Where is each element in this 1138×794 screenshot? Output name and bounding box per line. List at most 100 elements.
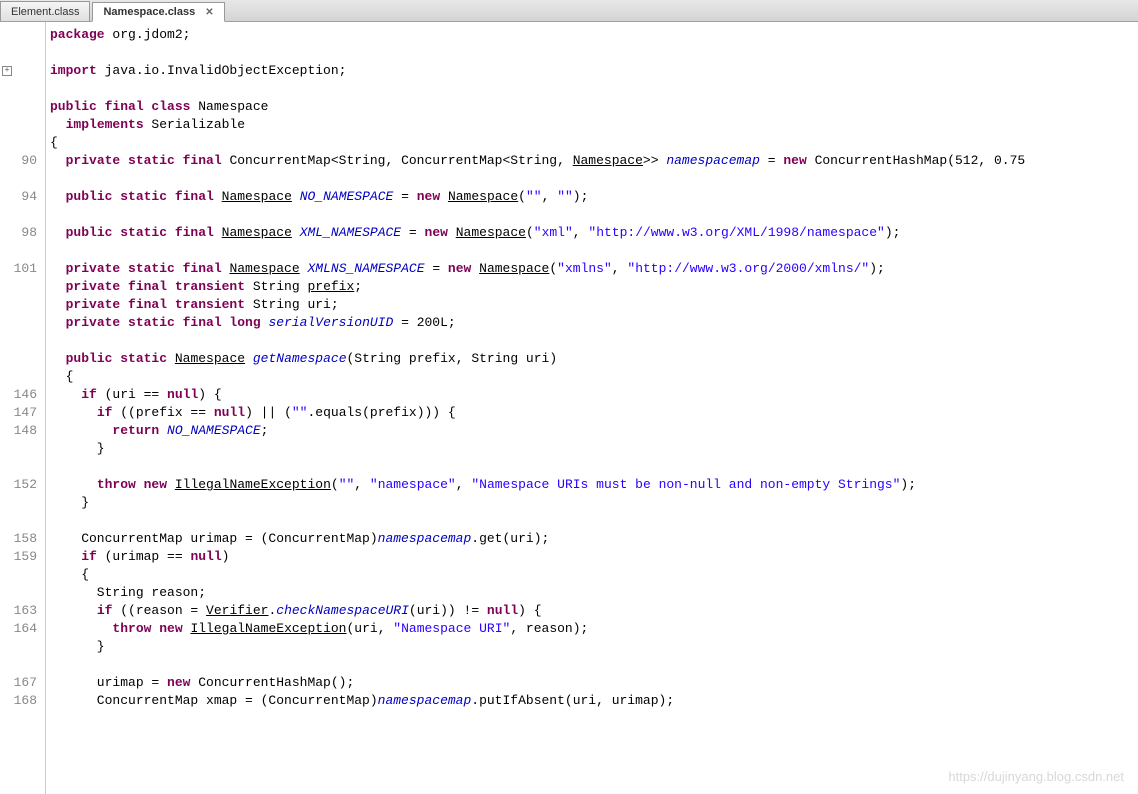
code-line: { [46, 368, 1138, 386]
keyword: private static final long [66, 315, 261, 330]
line-number [0, 170, 45, 188]
code-line: ConcurrentMap xmap = (ConcurrentMap)name… [46, 692, 1138, 710]
code-line [46, 206, 1138, 224]
line-number: 159 [0, 548, 45, 566]
keyword: implements [66, 117, 144, 132]
line-number [0, 206, 45, 224]
type-ref: Namespace [573, 153, 643, 168]
line-number: 163 [0, 602, 45, 620]
code-line: private static final long serialVersionU… [46, 314, 1138, 332]
keyword: new [448, 261, 471, 276]
line-number [0, 656, 45, 674]
string-literal: "namespace" [370, 477, 456, 492]
line-number [0, 494, 45, 512]
field-ref: namespacemap [666, 153, 760, 168]
line-number: 167 [0, 674, 45, 692]
code-line: { [46, 566, 1138, 584]
keyword: if [97, 405, 113, 420]
line-number [0, 368, 45, 386]
code-line [46, 242, 1138, 260]
code-line: if ((reason = Verifier.checkNamespaceURI… [46, 602, 1138, 620]
line-number [0, 296, 45, 314]
line-number: + [0, 62, 45, 80]
string-literal: "xmlns" [557, 261, 612, 276]
string-literal: "http://www.w3.org/2000/xmlns/" [627, 261, 869, 276]
keyword: if [97, 603, 113, 618]
keyword: throw new [97, 477, 167, 492]
code-line: return NO_NAMESPACE; [46, 422, 1138, 440]
field-ref: NO_NAMESPACE [167, 423, 261, 438]
code-line [46, 80, 1138, 98]
type-ref: Namespace [456, 225, 526, 240]
type-ref: Namespace [175, 351, 245, 366]
line-number [0, 134, 45, 152]
line-number: 158 [0, 530, 45, 548]
line-number [0, 350, 45, 368]
line-number: 101 [0, 260, 45, 278]
code-line: String reason; [46, 584, 1138, 602]
type-ref: prefix [307, 279, 354, 294]
code-area[interactable]: package org.jdom2;import java.io.Invalid… [46, 22, 1138, 794]
code-line: implements Serializable [46, 116, 1138, 134]
line-number: 94 [0, 188, 45, 206]
expand-icon[interactable]: + [2, 66, 12, 76]
code-line: { [46, 134, 1138, 152]
line-number: 168 [0, 692, 45, 710]
type-ref: Namespace [229, 261, 299, 276]
code-line: import java.io.InvalidObjectException; [46, 62, 1138, 80]
field-ref: serialVersionUID [268, 315, 393, 330]
line-number: 147 [0, 404, 45, 422]
code-line [46, 458, 1138, 476]
field-ref: XMLNS_NAMESPACE [307, 261, 424, 276]
code-line: private final transient String uri; [46, 296, 1138, 314]
code-line: ConcurrentMap urimap = (ConcurrentMap)na… [46, 530, 1138, 548]
keyword: if [81, 387, 97, 402]
type-ref: Namespace [222, 225, 292, 240]
code-line: } [46, 440, 1138, 458]
field-ref: checkNamespaceURI [276, 603, 409, 618]
keyword: new [425, 225, 448, 240]
field-ref: XML_NAMESPACE [300, 225, 401, 240]
type-ref: IllegalNameException [190, 621, 346, 636]
keyword: import [50, 63, 97, 78]
keyword: public final class [50, 99, 190, 114]
line-number: 146 [0, 386, 45, 404]
keyword: package [50, 27, 105, 42]
keyword: null [167, 387, 198, 402]
line-number: 148 [0, 422, 45, 440]
code-line [46, 656, 1138, 674]
type-ref: Namespace [479, 261, 549, 276]
close-icon[interactable]: ✕ [205, 7, 213, 18]
line-number [0, 638, 45, 656]
string-literal: "Namespace URIs must be non-null and non… [471, 477, 900, 492]
line-number [0, 98, 45, 116]
code-line [46, 332, 1138, 350]
keyword: new [167, 675, 190, 690]
type-ref: IllegalNameException [175, 477, 331, 492]
code-line: public final class Namespace [46, 98, 1138, 116]
code-line: if (urimap == null) [46, 548, 1138, 566]
type-ref: Namespace [448, 189, 518, 204]
line-number [0, 440, 45, 458]
code-line: private final transient String prefix; [46, 278, 1138, 296]
code-line: public static final Namespace XML_NAMESP… [46, 224, 1138, 242]
line-number [0, 278, 45, 296]
code-line: private static final ConcurrentMap<Strin… [46, 152, 1138, 170]
keyword: private final transient [66, 297, 245, 312]
line-number [0, 242, 45, 260]
code-line: if (uri == null) { [46, 386, 1138, 404]
line-number [0, 584, 45, 602]
line-number [0, 26, 45, 44]
string-literal: "http://www.w3.org/XML/1998/namespace" [588, 225, 884, 240]
editor-area: +909498101146147148152158159163164167168… [0, 22, 1138, 794]
line-number: 152 [0, 476, 45, 494]
line-number [0, 458, 45, 476]
keyword: null [190, 549, 221, 564]
tab-namespace-class[interactable]: Namespace.class ✕ [92, 2, 224, 22]
line-number [0, 44, 45, 62]
code-line [46, 44, 1138, 62]
line-number [0, 80, 45, 98]
tab-element-class[interactable]: Element.class [0, 1, 90, 21]
keyword: null [214, 405, 245, 420]
field-ref: getNamespace [253, 351, 347, 366]
